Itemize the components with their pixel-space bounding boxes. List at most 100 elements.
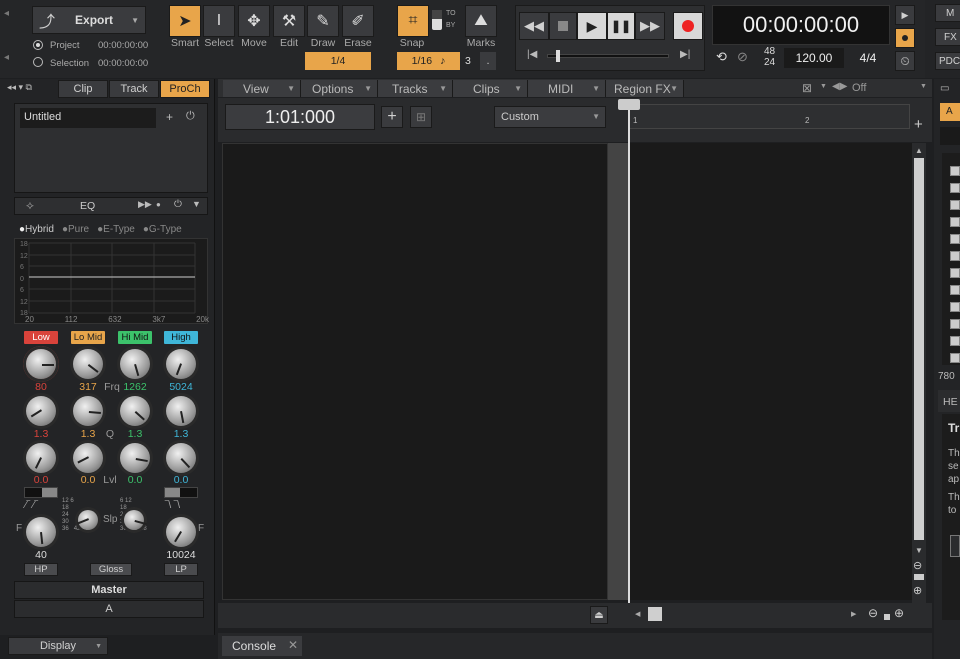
menu-clips[interactable]: Clips ▼ [453, 80, 528, 97]
browser-expand-icon[interactable] [950, 183, 960, 193]
band-himid-button[interactable]: Hi Mid [118, 331, 152, 344]
menu-region-fx[interactable]: Region FX ▼ [606, 80, 684, 97]
now-marker-handle[interactable] [618, 99, 640, 110]
track-list-area[interactable] [222, 143, 608, 600]
lp-freq-knob[interactable] [166, 517, 196, 547]
browser-expand-icon[interactable] [950, 302, 960, 312]
rewind-button[interactable]: ◀◀ [519, 12, 549, 40]
go-to-start-icon[interactable]: |◀ [527, 49, 537, 60]
gloss-button[interactable]: Gloss [90, 563, 132, 576]
project-radio[interactable] [33, 40, 43, 50]
browser-expand-icon[interactable] [950, 268, 960, 278]
browser-expand-icon[interactable] [950, 319, 960, 329]
move-tool-button[interactable]: ✥ [238, 5, 270, 37]
expand-right-button[interactable]: ▶ [895, 5, 915, 25]
display-button[interactable]: Display ▼ [8, 637, 108, 655]
scroll-up-icon[interactable]: ▲ [915, 146, 923, 155]
preset-name-field[interactable]: Untitled [20, 108, 156, 128]
himid-level-knob[interactable] [120, 443, 150, 473]
lomid-q-knob[interactable] [73, 396, 103, 426]
scroll-left-icon[interactable]: ◀ [635, 610, 640, 618]
tempo-field[interactable]: 120.00 [784, 48, 844, 68]
eq-graph[interactable]: 18 12 6 0 6 12 18 20 112 632 3k7 20k [14, 238, 209, 324]
envelope-icon[interactable]: ⊠ [802, 81, 812, 95]
snap-offset-icon[interactable]: ◀▶ [832, 81, 847, 92]
snap-value-select[interactable]: 1/16 ♪ [397, 52, 460, 70]
low-freq-knob[interactable] [26, 349, 56, 379]
browser-expand-icon[interactable] [950, 336, 960, 346]
mode-hybrid[interactable]: ●Hybrid [19, 224, 54, 235]
collapse-left-icon[interactable]: ◂ [4, 8, 9, 19]
metronome-button[interactable]: ⏲ [895, 51, 915, 71]
eq-expand-icon[interactable]: ▶▶ [138, 199, 152, 210]
scrubber-handle[interactable] [556, 50, 560, 62]
zoom-vertical-slider[interactable] [914, 574, 924, 580]
browser-expand-icon[interactable] [950, 285, 960, 295]
vertical-scroll-thumb[interactable] [914, 158, 924, 540]
edit-tool-button[interactable]: ⚒ [273, 5, 305, 37]
menu-midi[interactable]: MIDI ▼ [528, 80, 606, 97]
snap-button[interactable]: ⌗ [397, 5, 429, 37]
timeline-ruler[interactable]: 1 2 [628, 104, 910, 129]
scroll-down-icon[interactable]: ▼ [915, 546, 923, 555]
off-label[interactable]: Off [852, 82, 866, 94]
browser-expand-icon[interactable] [950, 234, 960, 244]
bus-name[interactable]: Master [14, 581, 204, 599]
high-freq-knob[interactable] [166, 349, 196, 379]
tab-clip[interactable]: Clip [58, 80, 108, 98]
metronome-off-icon[interactable]: ⊘ [737, 49, 748, 65]
eq-menu-icon[interactable]: ▼ [192, 199, 201, 209]
marks-button[interactable]: ⛰ [465, 5, 497, 37]
lomid-level-knob[interactable] [73, 443, 103, 473]
close-icon[interactable]: ✕ [288, 638, 298, 652]
hp-freq-knob[interactable] [26, 517, 56, 547]
erase-tool-button[interactable]: ✐ [342, 5, 374, 37]
himid-q-knob[interactable] [120, 396, 150, 426]
eq-record-icon[interactable]: ● [156, 200, 161, 209]
himid-freq-knob[interactable] [120, 349, 150, 379]
add-insert-icon[interactable]: + [166, 110, 173, 124]
pdc-button[interactable]: PDC [935, 52, 960, 70]
selection-radio[interactable] [33, 57, 43, 67]
zoom-horizontal-slider[interactable] [884, 614, 890, 620]
menu-tracks[interactable]: Tracks ▼ [378, 80, 453, 97]
hp-button[interactable]: HP [24, 563, 58, 576]
horizontal-scroll-thumb[interactable] [648, 607, 662, 621]
band-high-button[interactable]: High [164, 331, 198, 344]
go-to-end-icon[interactable]: ▶| [680, 49, 690, 60]
band-lomid-button[interactable]: Lo Mid [71, 331, 105, 344]
grid-value-select[interactable]: 1/4 [305, 52, 371, 70]
zoom-out-vertical-icon[interactable]: ⊖ [913, 559, 922, 572]
zoom-in-vertical-icon[interactable]: ⊕ [913, 584, 922, 597]
browser-tab-a[interactable]: A [940, 103, 960, 121]
fx-view-button[interactable]: FX [935, 28, 960, 46]
tab-proch[interactable]: ProCh [160, 80, 210, 98]
browser-expand-icon[interactable] [950, 217, 960, 227]
hp-slope-knob[interactable] [78, 510, 98, 530]
band-low-button[interactable]: Low [24, 331, 58, 344]
select-tool-button[interactable]: I [203, 5, 235, 37]
mode-gtype[interactable]: ●G-Type [143, 224, 182, 235]
snap-dot-button[interactable]: . [480, 52, 496, 70]
mode-etype[interactable]: ●E-Type [97, 224, 135, 235]
high-q-knob[interactable] [166, 396, 196, 426]
zoom-out-icon[interactable]: ⊖ [868, 606, 878, 620]
meter-field[interactable]: 4/4 [848, 48, 888, 68]
browser-expand-icon[interactable] [950, 353, 960, 363]
record-button[interactable] [673, 12, 703, 40]
draw-tool-button[interactable]: ✎ [307, 5, 339, 37]
smart-tool-button[interactable]: ➤ [169, 5, 201, 37]
mode-pure[interactable]: ●Pure [62, 224, 89, 235]
lp-button[interactable]: LP [164, 563, 198, 576]
fast-forward-button[interactable]: ▶▶ [635, 12, 665, 40]
play-button[interactable]: ▶ [577, 12, 607, 40]
help-button[interactable] [950, 535, 960, 557]
stop-button[interactable] [549, 12, 577, 40]
browser-expand-icon[interactable] [950, 166, 960, 176]
browser-expand-icon[interactable] [950, 200, 960, 210]
zoom-in-icon[interactable]: ⊕ [894, 606, 904, 620]
menu-options[interactable]: Options ▼ [301, 80, 378, 97]
browser-expand-icon[interactable] [950, 251, 960, 261]
click-toggle[interactable] [895, 28, 915, 48]
add-track-button[interactable]: + [381, 106, 403, 128]
